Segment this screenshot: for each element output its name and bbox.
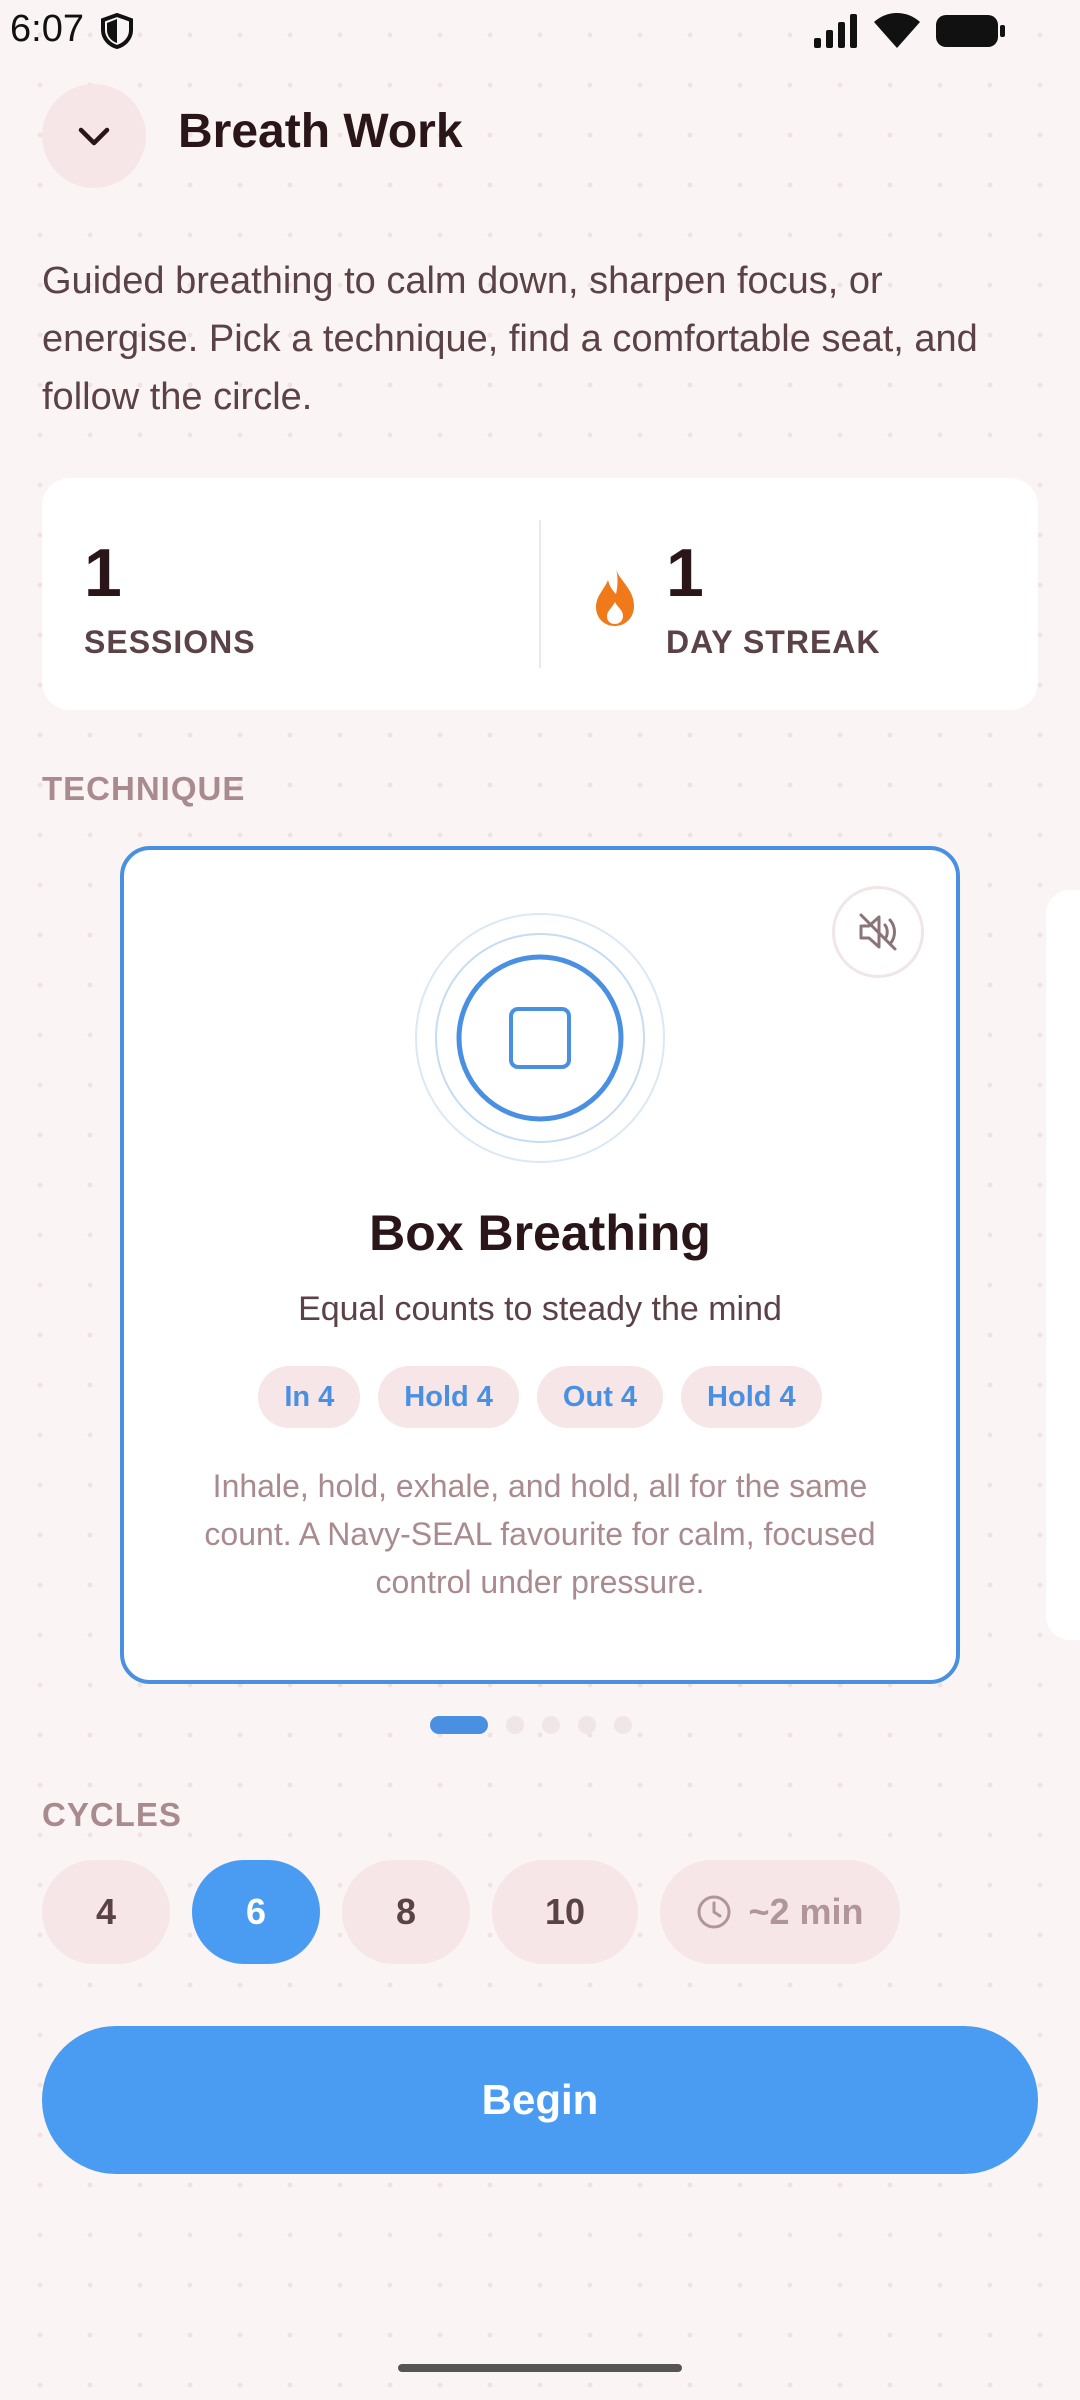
square-icon <box>509 1007 571 1069</box>
streak-value: 1 <box>666 535 704 611</box>
technique-subtitle: Equal counts to steady the mind <box>298 1290 782 1328</box>
stats-card: 1 SESSIONS 1 DAY STREAK <box>42 478 1038 710</box>
phase-chip-hold-out: Hold 4 <box>681 1366 822 1428</box>
pager-dot[interactable] <box>430 1716 488 1734</box>
next-technique-card[interactable] <box>1046 890 1080 1640</box>
pager-dot[interactable] <box>506 1716 524 1734</box>
cycle-option-8[interactable]: 8 <box>342 1860 470 1964</box>
clock-icon <box>697 1895 731 1929</box>
wifi-icon <box>874 13 920 48</box>
stats-divider <box>539 520 541 668</box>
cycles-section-label: CYCLES <box>42 1796 182 1833</box>
begin-label: Begin <box>481 2076 599 2123</box>
sessions-label: SESSIONS <box>84 624 256 660</box>
cycle-option-10[interactable]: 10 <box>492 1860 638 1964</box>
collapse-button[interactable] <box>42 84 146 188</box>
page-title: Breath Work <box>178 105 463 158</box>
technique-section-label: TECHNIQUE <box>42 770 246 807</box>
pager-dot[interactable] <box>614 1716 632 1734</box>
technique-title: Box Breathing <box>369 1205 711 1261</box>
cycles-selector: 4 6 8 10 ~2 min <box>42 1860 900 1964</box>
phase-chip-exhale: Out 4 <box>536 1366 664 1428</box>
pager-dot[interactable] <box>542 1716 560 1734</box>
phase-chips: In 4 Hold 4 Out 4 Hold 4 <box>124 1366 956 1428</box>
chevron-down-icon <box>78 127 110 146</box>
duration-estimate: ~2 min <box>660 1860 900 1964</box>
flame-icon <box>596 568 634 626</box>
muted-speaker-icon <box>859 913 897 951</box>
streak-label: DAY STREAK <box>666 624 881 660</box>
sessions-value: 1 <box>84 535 122 611</box>
shield-icon <box>101 13 133 49</box>
cycle-option-4[interactable]: 4 <box>42 1860 170 1964</box>
mute-button[interactable] <box>832 886 924 978</box>
breathing-circle <box>415 913 665 1163</box>
technique-description: Inhale, hold, exhale, and hold, all for … <box>204 1468 876 1600</box>
pager-dot[interactable] <box>578 1716 596 1734</box>
battery-icon <box>936 15 1005 47</box>
intro-text: Guided breathing to calm down, sharpen f… <box>42 260 978 418</box>
phase-chip-inhale: In 4 <box>258 1366 361 1428</box>
status-time: 6:07 <box>10 8 84 50</box>
status-bar: 6:07 <box>0 0 1080 64</box>
technique-card[interactable]: Box Breathing Equal counts to steady the… <box>120 846 960 1684</box>
begin-button[interactable]: Begin <box>42 2026 1038 2174</box>
duration-text: ~2 min <box>748 1891 864 1932</box>
signal-icon <box>814 14 857 48</box>
carousel-pager <box>430 1715 632 1735</box>
cycle-option-6[interactable]: 6 <box>192 1860 320 1964</box>
home-indicator[interactable] <box>398 2364 682 2372</box>
phase-chip-hold-in: Hold 4 <box>378 1366 519 1428</box>
